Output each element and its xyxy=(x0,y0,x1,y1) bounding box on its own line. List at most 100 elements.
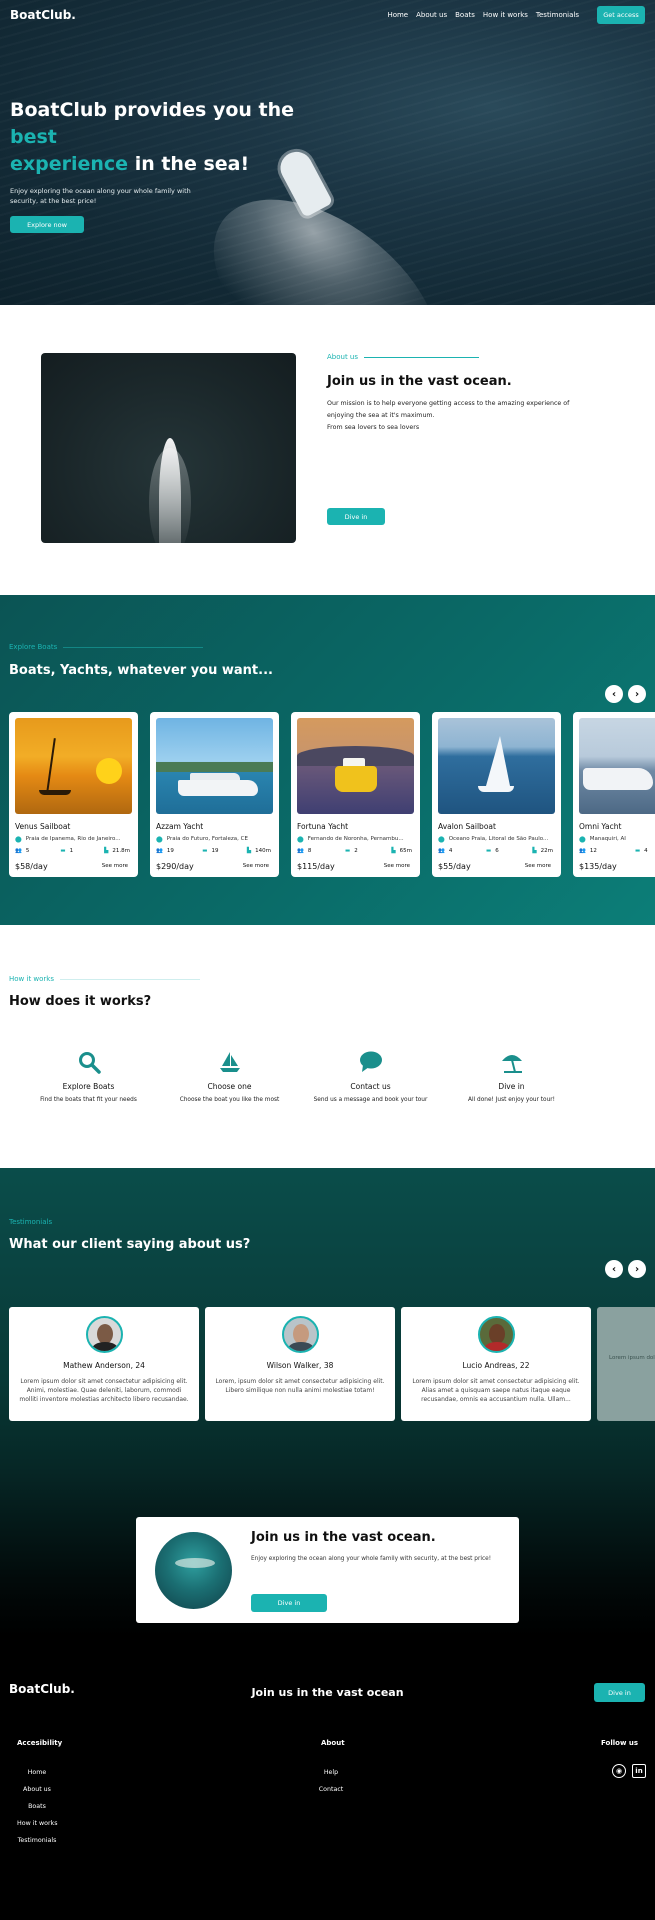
accessibility-title: Accesibility xyxy=(17,1739,63,1747)
how-title: How does it works? xyxy=(9,994,152,1009)
guests-icon: 👥 xyxy=(579,848,586,854)
guests-icon: 👥 xyxy=(297,848,304,854)
footer-link-how[interactable]: How it works xyxy=(17,1820,57,1827)
nav-boats[interactable]: Boats xyxy=(455,11,475,19)
cta-title: Join us in the vast ocean. xyxy=(251,1530,436,1545)
boat-card[interactable]: Azzam Yacht ⬤ Praia do Futuro, Fortaleza,… xyxy=(150,712,279,877)
guests-icon: 👥 xyxy=(438,848,445,854)
footer-link-boats[interactable]: Boats xyxy=(17,1803,57,1810)
about-tag: About us xyxy=(327,353,577,361)
step-choose: Choose one Choose the boat you like the … xyxy=(159,1050,300,1103)
chevron-right-icon[interactable]: › xyxy=(628,1260,646,1278)
hero-content: BoatClub provides you the best experience… xyxy=(10,97,330,206)
boat-location: ⬤ Praia de Ipanema, Rio de Janeiro... xyxy=(15,836,121,843)
boat-price: $135/day xyxy=(579,862,617,871)
location-pin-icon: ⬤ xyxy=(297,836,304,843)
nav-how-it-works[interactable]: How it works xyxy=(483,11,528,19)
cta-image xyxy=(155,1532,232,1609)
boat-card[interactable]: Fortuna Yacht ⬤ Fernando de Noronha, Pern… xyxy=(291,712,420,877)
boat-image xyxy=(15,718,132,814)
boat-card[interactable]: Avalon Sailboat ⬤ Oceano Praia, Litoral d… xyxy=(432,712,561,877)
linkedin-icon[interactable]: in xyxy=(632,1764,646,1778)
github-icon[interactable]: ◉ xyxy=(612,1764,626,1778)
see-more-link[interactable]: See more xyxy=(525,863,551,869)
top-nav: BoatClub. Home About us Boats How it wor… xyxy=(0,0,655,30)
footer-link-home[interactable]: Home xyxy=(17,1769,57,1776)
boats-title: Boats, Yachts, whatever you want... xyxy=(9,663,273,678)
location-pin-icon: ⬤ xyxy=(156,836,163,843)
see-more-link[interactable]: See more xyxy=(243,863,269,869)
boat-card[interactable]: Omni Yacht ⬤Manaquiri, AI 👥12 ▬4 ▙ $135/… xyxy=(573,712,655,877)
boat-price: $290/day xyxy=(156,862,194,871)
testimonial-name: Lucio Andreas, 22 xyxy=(462,1361,530,1370)
avatar xyxy=(281,1316,319,1353)
boat-image xyxy=(156,718,273,814)
about-title-footer: About xyxy=(321,1739,345,1747)
bed-icon: ▬ xyxy=(202,848,208,854)
social-links: ◉ in xyxy=(612,1764,646,1778)
explore-now-button[interactable]: Explore now xyxy=(10,216,84,233)
testimonial-name: Mathew Anderson, 24 xyxy=(63,1361,145,1370)
footer-link-contact[interactable]: Contact xyxy=(318,1786,344,1793)
sailboat-icon xyxy=(159,1050,300,1074)
bed-icon: ▬ xyxy=(486,848,492,854)
boat-stats: 👥 19 ▬ 19 ▙ 140m xyxy=(156,848,271,854)
boat-cards: Venus Sailboat ⬤ Praia de Ipanema, Rio de… xyxy=(9,712,655,877)
guests-icon: 👥 xyxy=(156,848,163,854)
boat-price: $55/day xyxy=(438,862,471,871)
testimonial-text: Lorem, ipsum dolor sit amet consectetur … xyxy=(215,1378,385,1394)
boats-carousel-arrows: ‹ › xyxy=(605,685,646,703)
accessibility-links: Home About us Boats How it works Testimo… xyxy=(17,1769,57,1854)
see-more-link[interactable]: See more xyxy=(384,863,410,869)
chevron-left-icon[interactable]: ‹ xyxy=(605,685,623,703)
hero-subtitle: Enjoy exploring the ocean along your who… xyxy=(10,187,191,205)
location-pin-icon: ⬤ xyxy=(438,836,445,843)
footer-link-testimonials[interactable]: Testimonials xyxy=(17,1837,57,1844)
nav-home[interactable]: Home xyxy=(387,11,408,19)
cta-subtitle: Enjoy exploring the ocean along your who… xyxy=(251,1556,492,1562)
step-dive-in: Dive in All done! Just enjoy your tour! xyxy=(441,1050,582,1103)
footer-cta-text: Join us in the vast ocean xyxy=(251,1686,404,1699)
get-access-button[interactable]: Get access xyxy=(597,6,645,24)
chevron-left-icon[interactable]: ‹ xyxy=(605,1260,623,1278)
cta-dive-in-button[interactable]: Dive in xyxy=(251,1594,327,1612)
boat-card[interactable]: Venus Sailboat ⬤ Praia de Ipanema, Rio de… xyxy=(9,712,138,877)
boat-name: Azzam Yacht xyxy=(156,822,204,831)
testimonial-card: Lucio Andreas, 22 Lorem ipsum dolor sit … xyxy=(401,1307,591,1421)
boat-stats: 👥 4 ▬ 6 ▙ 22m xyxy=(438,848,553,854)
footer-link-help[interactable]: Help xyxy=(318,1769,344,1776)
see-more-link[interactable]: See more xyxy=(102,863,128,869)
chevron-right-icon[interactable]: › xyxy=(628,685,646,703)
hero-title: BoatClub provides you the best experience… xyxy=(10,99,295,175)
testimonials-tag: Testimonials xyxy=(9,1218,53,1226)
boat-location: ⬤ Oceano Praia, Litoral de São Paulo... xyxy=(438,836,549,843)
boat-name: Venus Sailboat xyxy=(15,822,71,831)
ruler-icon: ▙ xyxy=(532,848,537,854)
footer: BoatClub. Join us in the vast ocean Dive… xyxy=(0,1636,655,1920)
step-explore: Explore Boats Find the boats that fit yo… xyxy=(18,1050,159,1103)
footer-dive-in-button[interactable]: Dive in xyxy=(594,1683,645,1702)
nav-links: Home About us Boats How it works Testimo… xyxy=(387,11,579,19)
boat-image xyxy=(579,718,655,814)
avatar xyxy=(85,1316,123,1353)
testimonial-cards: Mathew Anderson, 24 Lorem ipsum dolor si… xyxy=(9,1307,655,1421)
nav-about[interactable]: About us xyxy=(416,11,447,19)
steps-list: Explore Boats Find the boats that fit yo… xyxy=(0,1050,655,1103)
nav-testimonials[interactable]: Testimonials xyxy=(536,11,579,19)
testimonial-text: Lorem ipsum dolor sit amet consectetur a… xyxy=(19,1378,189,1403)
boat-name: Omni Yacht xyxy=(579,822,622,831)
boat-location: ⬤ Manaquiri, AI xyxy=(579,836,626,843)
cta-card: Join us in the vast ocean. Enjoy explori… xyxy=(136,1517,519,1623)
chat-icon xyxy=(300,1050,441,1074)
boat-location: ⬤ Praia do Futuro, Fortaleza, CE xyxy=(156,836,248,843)
ruler-icon: ▙ xyxy=(246,848,252,854)
about-section: About us Join us in the vast ocean. Our … xyxy=(0,305,655,595)
boat-stats: 👥 8 ▬ 2 ▙ 65m xyxy=(297,848,412,854)
testimonials-section: Testimonials What our client saying abou… xyxy=(0,1168,655,1636)
ruler-icon: ▙ xyxy=(391,848,396,854)
location-pin-icon: ⬤ xyxy=(15,836,22,843)
brand-logo[interactable]: BoatClub. xyxy=(10,8,76,22)
boats-section: Explore Boats Boats, Yachts, whatever yo… xyxy=(0,595,655,925)
dive-in-button[interactable]: Dive in xyxy=(327,508,385,525)
footer-link-about[interactable]: About us xyxy=(17,1786,57,1793)
